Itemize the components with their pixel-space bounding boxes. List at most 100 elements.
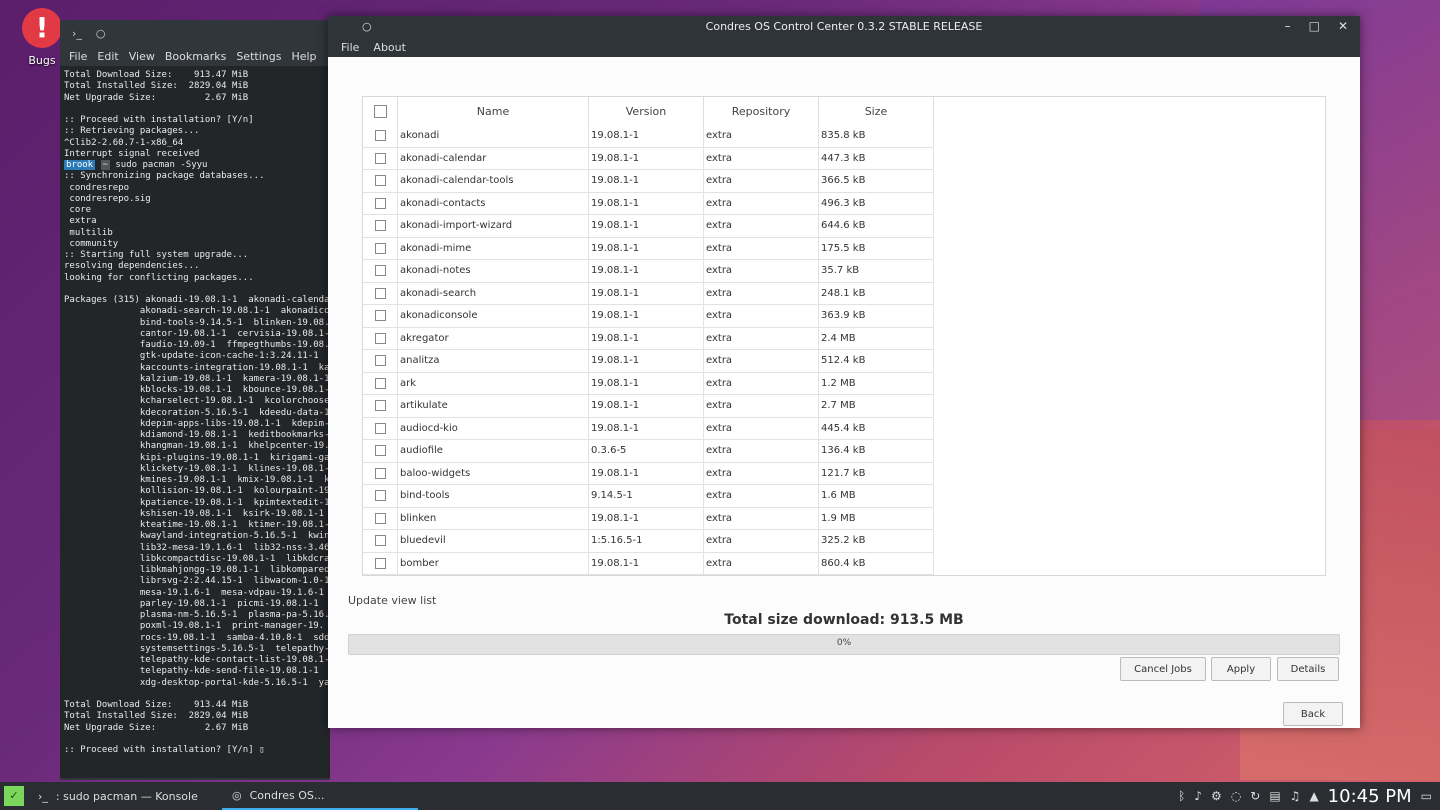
- table-row[interactable]: akonadi 19.08.1-1 extra 835.8 kB: [363, 125, 934, 148]
- taskbar: ✓ ›_ : sudo pacman — Konsole ◎ Condres O…: [0, 782, 1440, 810]
- volume-icon[interactable]: ♪: [1194, 789, 1202, 803]
- table-row[interactable]: bind-tools 9.14.5-1 extra 1.6 MB: [363, 484, 934, 508]
- row-checkbox[interactable]: [363, 394, 398, 418]
- close-icon[interactable]: ✕: [1338, 19, 1348, 33]
- cell-name: akonadi-calendar: [397, 147, 589, 170]
- row-checkbox[interactable]: [363, 507, 398, 530]
- row-checkbox[interactable]: [363, 439, 398, 463]
- cell-repository: extra: [703, 439, 819, 463]
- desktop-icon-bugs[interactable]: ! Bugs: [18, 8, 66, 67]
- bluetooth-icon[interactable]: ᛒ: [1178, 789, 1185, 803]
- pin-icon[interactable]: ○: [96, 27, 106, 40]
- minimize-icon[interactable]: –: [1285, 19, 1291, 33]
- show-desktop-icon[interactable]: ▭: [1421, 789, 1432, 803]
- app-icon: ◎: [232, 788, 242, 802]
- column-header-size[interactable]: Size: [818, 97, 934, 125]
- table-row[interactable]: blinken 19.08.1-1 extra 1.9 MB: [363, 507, 934, 530]
- table-row[interactable]: akonadi-notes 19.08.1-1 extra 35.7 kB: [363, 259, 934, 283]
- konsole-titlebar[interactable]: ›_ ○: [60, 20, 330, 46]
- konsole-menu-bookmarks[interactable]: Bookmarks: [160, 50, 231, 63]
- row-checkbox[interactable]: [363, 484, 398, 508]
- cancel-jobs-button[interactable]: Cancel Jobs: [1120, 657, 1206, 681]
- table-row[interactable]: akonadi-mime 19.08.1-1 extra 175.5 kB: [363, 237, 934, 260]
- table-row[interactable]: audiocd-kio 19.08.1-1 extra 445.4 kB: [363, 417, 934, 440]
- row-checkbox[interactable]: [363, 529, 398, 553]
- row-checkbox[interactable]: [363, 304, 398, 328]
- settings-icon[interactable]: ⚙: [1211, 789, 1222, 803]
- table-row[interactable]: artikulate 19.08.1-1 extra 2.7 MB: [363, 394, 934, 418]
- alert-icon: !: [22, 8, 62, 48]
- clipboard-icon[interactable]: ▤: [1269, 789, 1280, 803]
- task-konsole[interactable]: ›_ : sudo pacman — Konsole: [28, 782, 228, 810]
- table-row[interactable]: akonadi-calendar 19.08.1-1 extra 447.3 kB: [363, 147, 934, 170]
- row-checkbox[interactable]: [363, 282, 398, 305]
- table-row[interactable]: akonadiconsole 19.08.1-1 extra 363.9 kB: [363, 304, 934, 328]
- app-launcher-icon[interactable]: ✓: [4, 786, 24, 806]
- table-row[interactable]: ark 19.08.1-1 extra 1.2 MB: [363, 372, 934, 395]
- apply-button[interactable]: Apply: [1211, 657, 1271, 681]
- table-row[interactable]: akonadi-calendar-tools 19.08.1-1 extra 366.…: [363, 169, 934, 193]
- updates-icon[interactable]: ↻: [1250, 789, 1260, 803]
- back-button[interactable]: Back: [1283, 702, 1343, 726]
- clock[interactable]: 10:45 PM: [1328, 786, 1412, 807]
- table-row[interactable]: akonadi-import-wizard 19.08.1-1 extra 644.6…: [363, 214, 934, 238]
- terminal-icon: ›_: [72, 26, 82, 40]
- konsole-menu-view[interactable]: View: [124, 50, 160, 63]
- maximize-icon[interactable]: □: [1309, 19, 1320, 33]
- row-checkbox[interactable]: [363, 259, 398, 283]
- cell-size: 248.1 kB: [818, 282, 934, 305]
- table-row[interactable]: akregator 19.08.1-1 extra 2.4 MB: [363, 327, 934, 350]
- cell-name: audiocd-kio: [397, 417, 589, 440]
- row-checkbox[interactable]: [363, 462, 398, 485]
- konsole-menu-edit[interactable]: Edit: [92, 50, 123, 63]
- cell-repository: extra: [703, 372, 819, 395]
- cell-size: 512.4 kB: [818, 349, 934, 373]
- column-header-repository[interactable]: Repository: [703, 97, 819, 125]
- cell-size: 496.3 kB: [818, 192, 934, 215]
- package-table[interactable]: Name Version Repository Size akonadi 19.0…: [362, 96, 1326, 576]
- audio-icon[interactable]: ♫: [1290, 789, 1301, 803]
- details-button[interactable]: Details: [1277, 657, 1339, 681]
- cell-version: 19.08.1-1: [588, 327, 704, 350]
- table-row[interactable]: audiofile 0.3.6-5 extra 136.4 kB: [363, 439, 934, 463]
- table-header-row: Name Version Repository Size: [363, 97, 934, 125]
- expand-tray-icon[interactable]: ▲: [1309, 789, 1318, 803]
- wifi-icon[interactable]: ◌: [1231, 789, 1241, 803]
- row-checkbox[interactable]: [363, 147, 398, 170]
- column-header-version[interactable]: Version: [588, 97, 704, 125]
- cell-size: 175.5 kB: [818, 237, 934, 260]
- row-checkbox[interactable]: [363, 327, 398, 350]
- row-checkbox[interactable]: [363, 125, 398, 148]
- row-checkbox[interactable]: [363, 417, 398, 440]
- row-checkbox[interactable]: [363, 192, 398, 215]
- row-checkbox[interactable]: [363, 169, 398, 193]
- update-view-list-link[interactable]: Update view list: [348, 594, 436, 607]
- control-center-window[interactable]: ○ Condres OS Control Center 0.3.2 STABLE…: [328, 16, 1360, 728]
- row-checkbox[interactable]: [363, 372, 398, 395]
- task-control-center[interactable]: ◎ Condres OS...: [222, 782, 418, 810]
- cell-repository: extra: [703, 327, 819, 350]
- konsole-window[interactable]: ›_ ○ File Edit View Bookmarks Settings H…: [60, 20, 330, 780]
- table-row[interactable]: bomber 19.08.1-1 extra 860.4 kB: [363, 552, 934, 575]
- terminal-output[interactable]: Total Download Size: 913.47 MiB Total In…: [60, 66, 330, 778]
- cell-repository: extra: [703, 169, 819, 193]
- cc-menu-about[interactable]: About: [366, 41, 413, 54]
- konsole-menu-file[interactable]: File: [64, 50, 92, 63]
- konsole-menu-help[interactable]: Help: [286, 50, 321, 63]
- konsole-menu-settings[interactable]: Settings: [231, 50, 286, 63]
- cell-name: akonadi-calendar-tools: [397, 169, 589, 193]
- table-row[interactable]: akonadi-search 19.08.1-1 extra 248.1 kB: [363, 282, 934, 305]
- cell-version: 19.08.1-1: [588, 372, 704, 395]
- cc-menu-file[interactable]: File: [334, 41, 366, 54]
- table-row[interactable]: akonadi-contacts 19.08.1-1 extra 496.3 kB: [363, 192, 934, 215]
- table-row[interactable]: bluedevil 1:5.16.5-1 extra 325.2 kB: [363, 529, 934, 553]
- row-checkbox[interactable]: [363, 237, 398, 260]
- cc-titlebar[interactable]: ○ Condres OS Control Center 0.3.2 STABLE…: [328, 16, 1360, 38]
- select-all-checkbox[interactable]: [363, 97, 398, 125]
- column-header-name[interactable]: Name: [397, 97, 589, 125]
- table-row[interactable]: baloo-widgets 19.08.1-1 extra 121.7 kB: [363, 462, 934, 485]
- row-checkbox[interactable]: [363, 552, 398, 575]
- row-checkbox[interactable]: [363, 214, 398, 238]
- table-row[interactable]: analitza 19.08.1-1 extra 512.4 kB: [363, 349, 934, 373]
- row-checkbox[interactable]: [363, 349, 398, 373]
